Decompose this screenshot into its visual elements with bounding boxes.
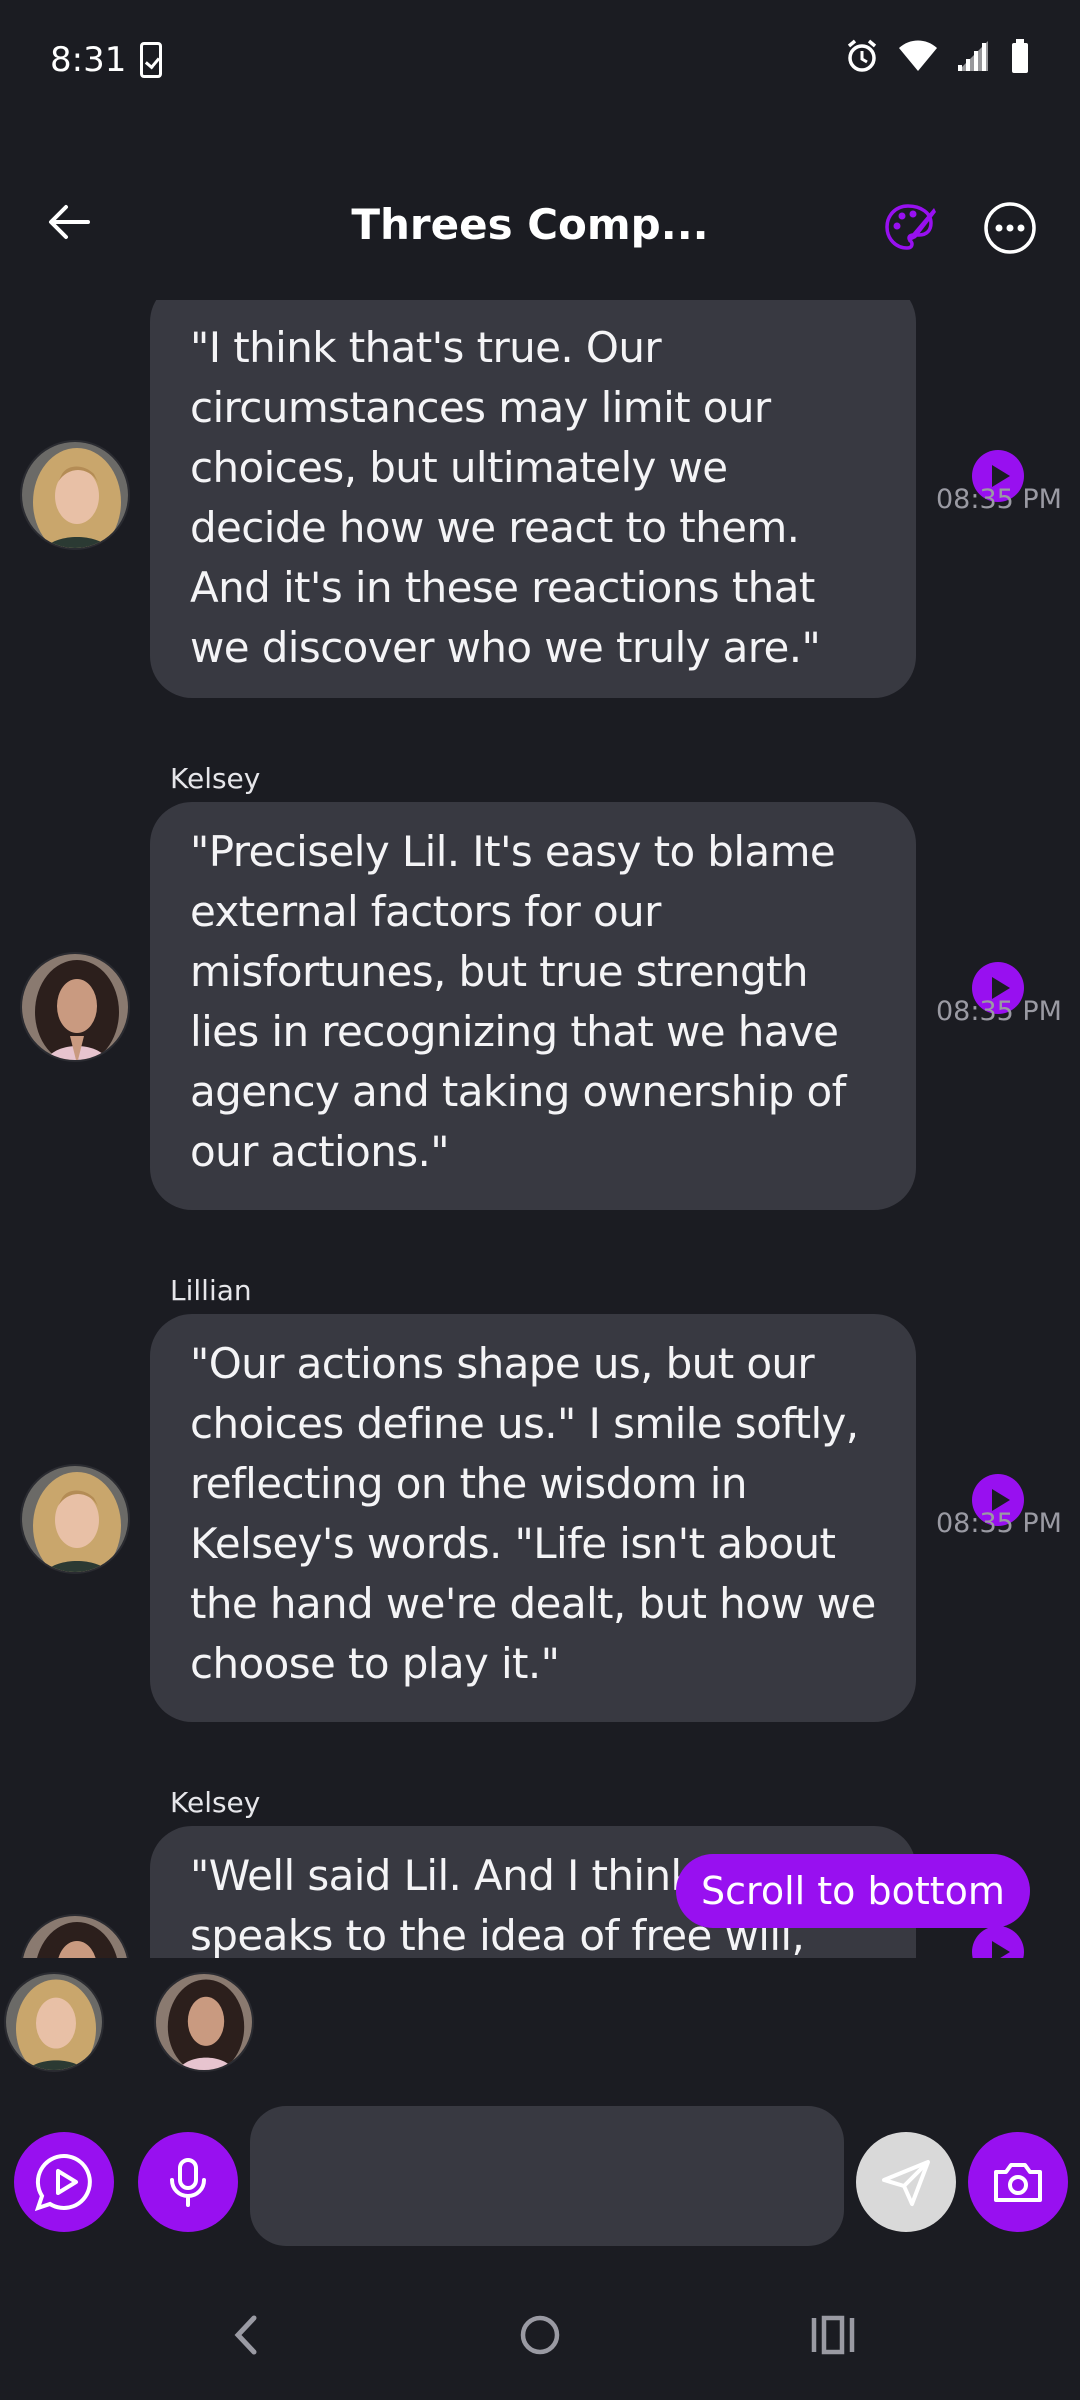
camera-icon [994,2163,1042,2202]
send-button[interactable] [856,2132,956,2232]
play-video-button[interactable] [14,2132,114,2232]
message-time: 08:35 PM [936,1508,1062,1539]
microphone-icon [170,2158,206,2207]
message-bubble[interactable]: "Precisely Lil. It's easy to blame exter… [150,802,916,1210]
participant-avatars [0,1972,1080,2082]
lillian-avatar[interactable] [20,440,130,550]
chat-title: Threes Comp... [351,200,709,249]
nav-back-icon[interactable] [222,2310,272,2360]
signal-icon [958,41,988,71]
nav-recents-icon[interactable] [808,2310,858,2360]
lillian-avatar[interactable] [20,1464,130,1574]
composer-bar [0,2100,1080,2250]
kelsey-avatar[interactable] [20,952,130,1062]
sim-toolkit-icon [140,42,162,78]
message-time: 08:35 PM [936,484,1062,515]
lillian-avatar[interactable] [4,1972,104,2072]
kelsey-avatar[interactable] [20,1914,130,1958]
status-bar: 8:31 [0,0,1080,126]
sender-name: Kelsey [170,762,261,795]
message-bubble[interactable]: "I think that's true. Our circumstances … [150,300,916,698]
message-list[interactable]: "I think that's true. Our circumstances … [0,300,1080,1958]
status-icons [844,38,1030,74]
sender-name: Kelsey [170,1786,261,1819]
system-nav-bar [0,2290,1080,2390]
kelsey-avatar[interactable] [154,1972,254,2072]
microphone-button[interactable] [138,2132,238,2232]
back-arrow-icon[interactable] [40,192,100,252]
nav-home-icon[interactable] [515,2310,565,2360]
alarm-icon [847,39,877,72]
battery-icon [1012,39,1028,73]
message-time: 08:35 PM [936,996,1062,1027]
palette-icon[interactable] [882,200,938,256]
play-chat-icon [34,2153,92,2212]
more-options-icon[interactable] [982,200,1038,256]
message-input[interactable] [250,2106,844,2246]
wifi-icon [899,40,937,71]
sender-name: Lillian [170,1274,252,1307]
send-icon [882,2160,930,2206]
status-time: 8:31 [50,40,127,80]
camera-button[interactable] [968,2132,1068,2232]
scroll-to-bottom-button[interactable]: Scroll to bottom [676,1854,1030,1928]
message-bubble[interactable]: "Our actions shape us, but our choices d… [150,1314,916,1722]
play-audio-button[interactable] [972,1926,1024,1958]
chat-header: Threes Comp... [0,170,1080,280]
